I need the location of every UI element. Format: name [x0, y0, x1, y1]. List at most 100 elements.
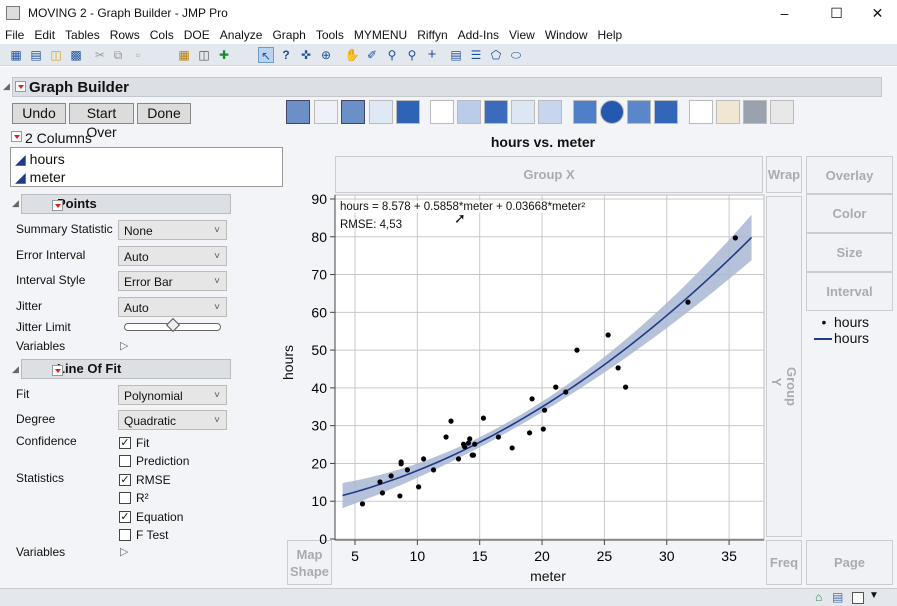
jitter-select[interactable]: Auto — [118, 297, 227, 318]
maximize-button[interactable]: ☐ — [814, 0, 859, 26]
menu-file[interactable]: File — [0, 26, 29, 44]
line-tool-icon[interactable]: ☰ — [468, 47, 484, 63]
mosaic-element-icon[interactable] — [654, 100, 678, 124]
copy-icon[interactable]: ⧉ — [110, 47, 126, 63]
wrap-zone[interactable]: Wrap — [766, 156, 802, 193]
ellipse-element-icon[interactable] — [369, 100, 393, 124]
line-of-fit-menu-icon[interactable] — [52, 365, 63, 376]
menu-graph[interactable]: Graph — [267, 26, 310, 44]
home-icon[interactable]: ⌂ — [815, 590, 822, 604]
group-x-zone[interactable]: Group X — [335, 156, 763, 193]
points-element-icon[interactable] — [286, 100, 310, 124]
menu-doe[interactable]: DOE — [179, 26, 215, 44]
degree-select[interactable]: Quadratic — [118, 410, 227, 431]
formula-element-icon[interactable] — [716, 100, 740, 124]
column-item-meter[interactable]: ◢ meter — [15, 169, 65, 186]
annotate-tool-icon[interactable]: ▤ — [448, 47, 464, 63]
columns-menu-icon[interactable] — [11, 131, 22, 142]
interval-style-select[interactable]: Error Bar — [118, 271, 227, 292]
size-zone[interactable]: Size — [806, 233, 893, 272]
parallel-element-icon[interactable] — [770, 100, 794, 124]
checkbox[interactable] — [119, 492, 131, 504]
collapse-line-of-fit-icon[interactable]: ◢ — [12, 364, 19, 375]
line-element-icon[interactable] — [430, 100, 454, 124]
dropdown-arrow-icon[interactable]: ▼ — [869, 590, 879, 601]
arrow-tool-icon[interactable]: ↖ — [258, 47, 274, 63]
fit-select[interactable]: Polynomial — [118, 385, 227, 406]
menu-riffyn[interactable]: Riffyn — [412, 26, 452, 44]
selection-tool-icon[interactable]: ✜ — [298, 47, 314, 63]
journal-icon[interactable]: ◫ — [196, 47, 212, 63]
done-button[interactable]: Done — [137, 103, 191, 124]
column-item-hours[interactable]: ◢ hours — [15, 151, 65, 168]
new-data-table-icon[interactable]: ▦ — [8, 47, 24, 63]
points-menu-icon[interactable] — [52, 200, 63, 211]
menu-edit[interactable]: Edit — [29, 26, 60, 44]
histogram-element-icon[interactable] — [538, 100, 562, 124]
red-triangle-menu-icon[interactable] — [15, 81, 26, 92]
legend-label: hours — [834, 330, 870, 346]
bar-element-icon[interactable] — [457, 100, 481, 124]
pie-element-icon[interactable] — [600, 100, 624, 124]
menu-tools[interactable]: Tools — [311, 26, 349, 44]
paste-icon[interactable]: ▫ — [130, 47, 146, 63]
error-interval-select[interactable]: Auto — [118, 246, 227, 267]
interval-zone[interactable]: Interval — [806, 272, 893, 311]
menu-analyze[interactable]: Analyze — [215, 26, 268, 44]
box-plot-element-icon[interactable] — [511, 100, 535, 124]
collapse-points-icon[interactable]: ◢ — [12, 198, 19, 209]
area-element-icon[interactable] — [484, 100, 508, 124]
menu-add-ins[interactable]: Add-Ins — [453, 26, 504, 44]
expand-variables-icon[interactable]: ▷ — [120, 545, 128, 558]
help-tool-icon[interactable]: ? — [278, 47, 294, 63]
summary-statistic-select[interactable]: None — [118, 220, 227, 241]
menu-cols[interactable]: Cols — [145, 26, 179, 44]
menu-rows[interactable]: Rows — [105, 26, 145, 44]
checkbox[interactable]: ✓ — [119, 437, 131, 449]
crosshair-plus-icon[interactable]: + — [424, 47, 440, 63]
brush-tool-icon[interactable]: ✐ — [364, 47, 380, 63]
close-button[interactable]: ✕ — [855, 0, 897, 26]
checkbox[interactable]: ✓ — [119, 511, 131, 523]
checkbox[interactable] — [119, 529, 131, 541]
jitter-limit-slider[interactable] — [124, 317, 221, 333]
checkbox[interactable] — [119, 455, 131, 467]
smoother-element-icon[interactable] — [314, 100, 338, 124]
hand-tool-icon[interactable]: ✋ — [344, 47, 360, 63]
save-icon[interactable]: ▩ — [68, 47, 84, 63]
treemap-element-icon[interactable] — [627, 100, 651, 124]
lasso-tool-icon[interactable]: ⚲ — [384, 47, 400, 63]
magnifier-tool-icon[interactable]: ⚲ — [404, 47, 420, 63]
expand-variables-icon[interactable]: ▷ — [120, 339, 128, 352]
cut-icon[interactable]: ✂ — [92, 47, 108, 63]
menu-help[interactable]: Help — [593, 26, 628, 44]
overlay-zone[interactable]: Overlay — [806, 156, 893, 194]
caption-box-element-icon[interactable] — [689, 100, 713, 124]
page-zone[interactable]: Page — [806, 540, 893, 585]
add-icon[interactable]: ✚ — [216, 47, 232, 63]
menu-window[interactable]: Window — [540, 26, 593, 44]
window-list-icon[interactable]: ▤ — [832, 590, 843, 604]
polygon-tool-icon[interactable]: ⬠ — [488, 47, 504, 63]
map-shapes-element-icon[interactable] — [743, 100, 767, 124]
crosshair-tool-icon[interactable]: ⊕ — [318, 47, 334, 63]
menu-view[interactable]: View — [504, 26, 540, 44]
menu-mymenu[interactable]: MYMENU — [349, 26, 412, 44]
undo-button[interactable]: Undo — [12, 103, 66, 124]
data-table-icon[interactable]: ▦ — [176, 47, 192, 63]
minimize-button[interactable]: – — [762, 0, 807, 26]
line-of-fit-element-icon[interactable] — [341, 100, 365, 124]
window-selector[interactable] — [852, 592, 864, 604]
open-folder-icon[interactable]: ◫ — [48, 47, 64, 63]
color-zone[interactable]: Color — [806, 194, 893, 233]
menu-tables[interactable]: Tables — [60, 26, 105, 44]
oval-tool-icon[interactable]: ⬭ — [508, 47, 524, 63]
heatmap-element-icon[interactable] — [573, 100, 597, 124]
collapse-graph-builder-icon[interactable]: ◢ — [3, 81, 10, 92]
contour-element-icon[interactable] — [396, 100, 420, 124]
freq-zone[interactable]: Freq — [766, 540, 802, 585]
start-over-button[interactable]: Start Over — [69, 103, 134, 140]
new-script-icon[interactable]: ▤ — [28, 47, 44, 63]
checkbox[interactable]: ✓ — [119, 474, 131, 486]
group-y-zone[interactable]: Group Y — [766, 196, 802, 537]
